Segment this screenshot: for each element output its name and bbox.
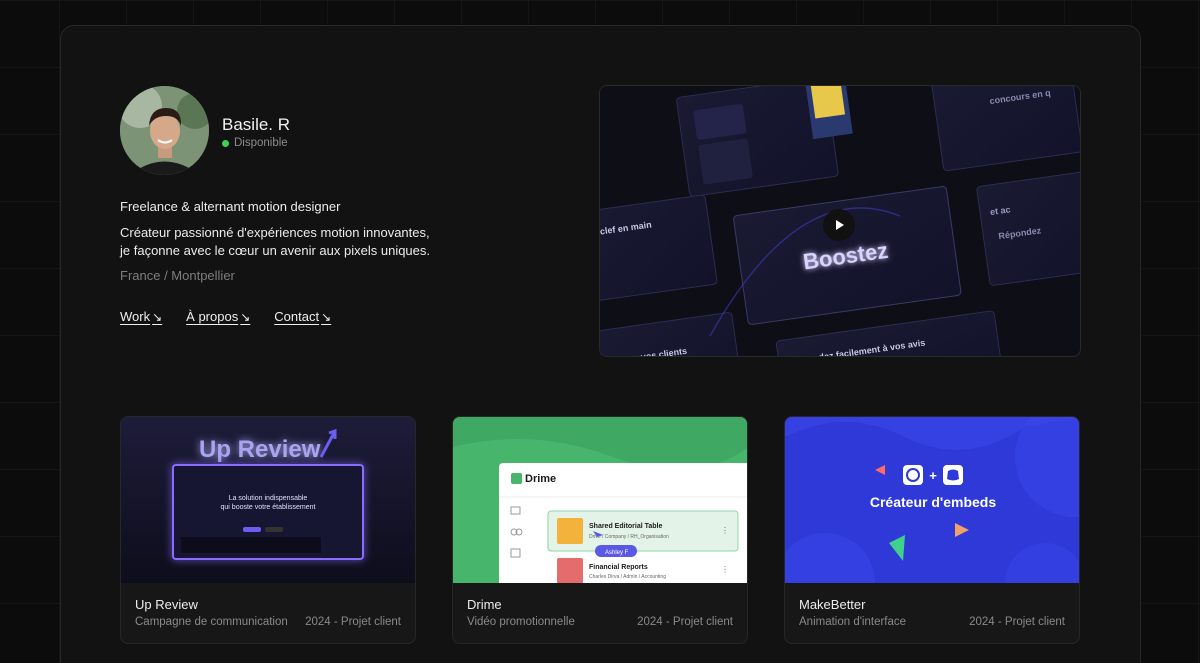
- project-meta: 2024 - Projet client: [637, 616, 733, 628]
- nav-work-label: Work: [120, 309, 151, 324]
- arrow-down-right-icon: ↘: [152, 309, 163, 324]
- profile-role: Freelance & alternant motion designer: [120, 199, 341, 214]
- project-subtitle: Vidéo promotionnelle: [467, 616, 575, 628]
- thumb-row-2-sub: Charles Dirva / Admin / Accounting: [589, 574, 666, 580]
- project-subtitle: Campagne de communication: [135, 616, 288, 628]
- nav-contact-link[interactable]: Contact ↘: [274, 309, 331, 324]
- arrow-down-right-icon: ↘: [240, 309, 251, 324]
- nav-apropos-link[interactable]: À propos ↘: [186, 309, 250, 324]
- thumb-line-1: La solution indispensable: [229, 495, 308, 502]
- thumb-line-2: qui booste votre établissement: [221, 504, 316, 511]
- project-title: MakeBetter: [799, 597, 866, 612]
- thumb-row-2: Financial Reports: [589, 564, 648, 571]
- play-icon: [836, 220, 844, 230]
- nav-apropos-label: À propos: [186, 309, 239, 324]
- thumb-brand: Drime: [525, 473, 556, 485]
- bio-line-2: je façonne avec le cœur un avenir aux pi…: [120, 243, 431, 258]
- status-label: Disponible: [234, 137, 288, 149]
- profile-bio: Créateur passionné d'expériences motion …: [120, 224, 450, 260]
- profile-name: Basile. R: [222, 115, 291, 134]
- svg-text:⋮: ⋮: [721, 565, 729, 574]
- project-title: Drime: [467, 597, 502, 612]
- project-meta: 2024 - Projet client: [969, 616, 1065, 628]
- project-card-upreview[interactable]: Up Review La solution indispensable qui …: [120, 416, 416, 644]
- profile-location: France / Montpellier: [120, 268, 235, 283]
- thumb-heading: Créateur d'embeds: [870, 494, 996, 510]
- project-card-drime[interactable]: Drime Shared Editorial Table Drive / Com…: [452, 416, 748, 644]
- arrow-down-right-icon: ↘: [321, 309, 332, 324]
- project-card-makebetter[interactable]: + Créateur d'embeds MakeBetter Animation…: [784, 416, 1080, 644]
- project-thumbnail: Up Review La solution indispensable qui …: [121, 417, 415, 583]
- thumb-heading: Up Review: [199, 436, 321, 463]
- play-button[interactable]: [823, 209, 855, 241]
- project-thumbnail: Drime Shared Editorial Table Drive / Com…: [453, 417, 747, 583]
- project-subtitle: Animation d'interface: [799, 616, 907, 628]
- project-thumbnail: + Créateur d'embeds: [785, 417, 1079, 583]
- bio-line-1: Créateur passionné d'expériences motion …: [120, 225, 430, 240]
- svg-text:⋮: ⋮: [721, 526, 729, 535]
- nav-contact-label: Contact: [274, 309, 320, 324]
- thumb-plus: +: [929, 468, 937, 483]
- nav-links: Work ↘ À propos ↘ Contact ↘: [120, 309, 331, 324]
- nav-work-link[interactable]: Work ↘: [120, 309, 162, 324]
- avatar: [120, 86, 209, 175]
- status-dot-icon: [222, 139, 229, 147]
- project-meta: 2024 - Projet client: [305, 616, 401, 628]
- availability-status: Disponible: [222, 137, 288, 149]
- thumb-row-1: Shared Editorial Table: [589, 523, 662, 530]
- thumb-cursor-label: Ashley F: [605, 550, 629, 556]
- project-title: Up Review: [135, 597, 198, 612]
